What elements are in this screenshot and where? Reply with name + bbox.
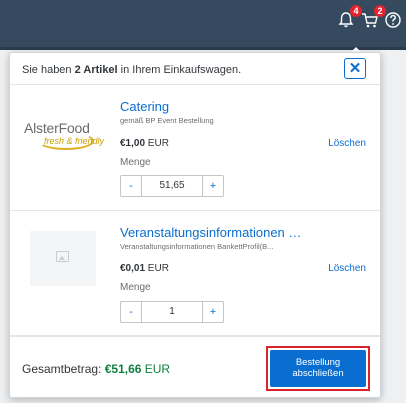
total-value: €51,66: [104, 362, 142, 376]
quantity-label: Menge: [120, 282, 151, 293]
cart-popover: Sie haben 2 Artikel in Ihrem Einkaufswag…: [9, 52, 381, 398]
image-icon: [56, 251, 69, 262]
quantity-stepper: - 51,65 +: [120, 175, 224, 197]
cart-button[interactable]: 2: [360, 5, 386, 30]
total-amount: Gesamtbetrag: €51,66 EUR: [22, 362, 170, 376]
item-price-amount: €1,00: [120, 138, 146, 149]
decrease-quantity-button[interactable]: -: [120, 175, 142, 197]
total-currency: EUR: [141, 362, 171, 376]
quantity-input[interactable]: 51,65: [141, 175, 203, 197]
delete-link[interactable]: Löschen: [328, 263, 366, 274]
increase-quantity-button[interactable]: +: [202, 175, 224, 197]
increase-quantity-button[interactable]: +: [202, 301, 224, 323]
cart-item: Veranstaltungsinformationen Ba... Verans…: [10, 211, 380, 336]
shell-bar-shadow: [0, 47, 406, 50]
decrease-quantity-button[interactable]: -: [120, 301, 142, 323]
logo-tagline: fresh & friendly: [44, 136, 105, 146]
cart-summary-prefix: Sie haben: [22, 64, 75, 76]
notifications-button[interactable]: 4: [336, 5, 362, 30]
close-button[interactable]: ✕: [344, 58, 366, 79]
checkout-label-line1: Bestellung: [295, 357, 341, 368]
close-icon: ✕: [348, 60, 362, 77]
logo-brand-text: AlsterFood: [24, 120, 90, 136]
quantity-stepper: - 1 +: [120, 301, 224, 323]
shell-bar: 4 2: [0, 0, 406, 47]
item-price: €1,00 EUR: [120, 138, 169, 149]
quantity-input[interactable]: 1: [141, 301, 203, 323]
item-price-currency: EUR: [145, 138, 169, 149]
product-image-placeholder: [30, 231, 96, 286]
cart-header: Sie haben 2 Artikel in Ihrem Einkaufswag…: [10, 53, 380, 85]
cart-item: AlsterFood fresh & friendly Catering gem…: [10, 86, 380, 211]
help-icon: [385, 12, 401, 28]
item-price-currency: EUR: [145, 263, 169, 274]
cart-summary-text: Sie haben 2 Artikel in Ihrem Einkaufswag…: [22, 64, 241, 76]
help-button[interactable]: [383, 10, 403, 30]
total-label: Gesamtbetrag:: [22, 362, 105, 376]
item-price: €0,01 EUR: [120, 263, 169, 274]
cart-footer: Gesamtbetrag: €51,66 EUR Bestellung absc…: [10, 336, 380, 397]
cart-item-count: 2 Artikel: [74, 64, 118, 76]
product-logo: AlsterFood fresh & friendly: [24, 114, 104, 164]
quantity-label: Menge: [120, 157, 151, 168]
delete-link[interactable]: Löschen: [328, 138, 366, 149]
checkout-label-line2: abschließen: [292, 368, 344, 379]
cart-summary-suffix: in Ihrem Einkaufswagen.: [117, 64, 242, 76]
item-subtitle: Veranstaltungsinformationen BankettProfi…: [120, 242, 274, 251]
item-price-amount: €0,01: [120, 263, 146, 274]
item-subtitle: gemäß BP Event Bestellung: [120, 116, 214, 125]
item-title-link[interactable]: Veranstaltungsinformationen Ba...: [120, 225, 310, 240]
item-title-link[interactable]: Catering: [120, 99, 320, 114]
checkout-button[interactable]: Bestellung abschließen: [270, 350, 366, 387]
